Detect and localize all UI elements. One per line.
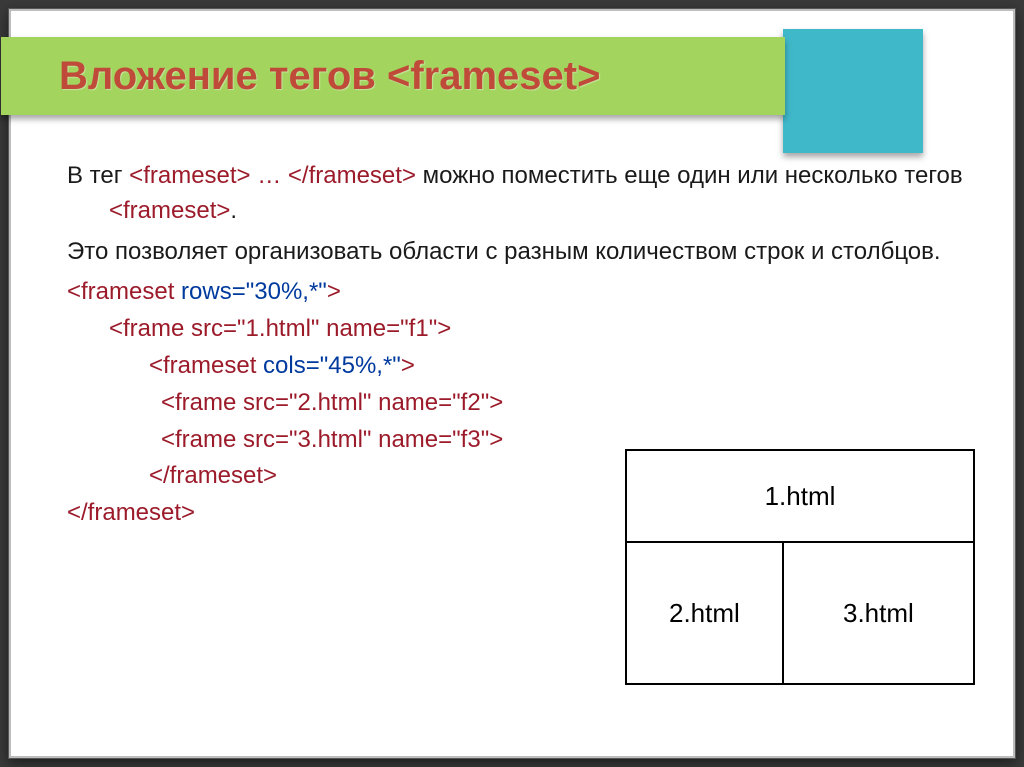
code-l4: <frame src="2.html" name="f2"> [161,389,503,416]
code-l6: </frameset> [149,462,277,489]
code-line-4: <frame src="2.html" name="f2"> [67,386,975,421]
title-bar: Вложение тегов <frameset> [1,37,785,123]
slide-frame: Вложение тегов <frameset> В тег <framese… [8,8,1016,759]
para1-text-a: В тег [67,162,129,189]
diagram-top-label: 1.html [765,481,836,512]
paragraph-2: Это позволяет организовать области с раз… [67,235,975,270]
para1-tag1: <frameset> … </frameset> [129,162,416,189]
para1-tag2: <frameset> [109,197,230,224]
para1-text-c: . [230,197,237,224]
decorative-square [783,29,923,153]
slide-title: Вложение тегов <frameset> [59,54,600,99]
diagram-top-cell: 1.html [627,451,973,543]
code-l1-close: > [327,278,341,305]
diagram-left-cell: 2.html [627,543,784,683]
para2-text: Это позволяет организовать области с раз… [67,238,941,265]
code-l3-open: <frameset [149,352,263,379]
code-l5: <frame src="3.html" name="f3"> [161,426,503,453]
code-l1-attr: rows="30%,*" [181,278,327,305]
code-l2: <frame src="1.html" name="f1"> [109,315,451,342]
code-l3-attr: cols="45%,*" [263,352,401,379]
diagram-left-label: 2.html [669,598,740,629]
paragraph-1: В тег <frameset> … </frameset> можно пом… [67,159,975,229]
frameset-diagram: 1.html 2.html 3.html [625,449,975,685]
diagram-right-label: 3.html [843,598,914,629]
code-line-1: <frameset rows="30%,*"> [67,275,975,310]
code-l7: </frameset> [67,499,195,526]
code-line-2: <frame src="1.html" name="f1"> [67,312,975,347]
code-l3-close: > [401,352,415,379]
diagram-right-cell: 3.html [784,543,973,683]
para1-text-b: можно поместить еще один или несколько т… [416,162,963,189]
code-l1-open: <frameset [67,278,181,305]
code-line-3: <frameset cols="45%,*"> [67,349,975,384]
